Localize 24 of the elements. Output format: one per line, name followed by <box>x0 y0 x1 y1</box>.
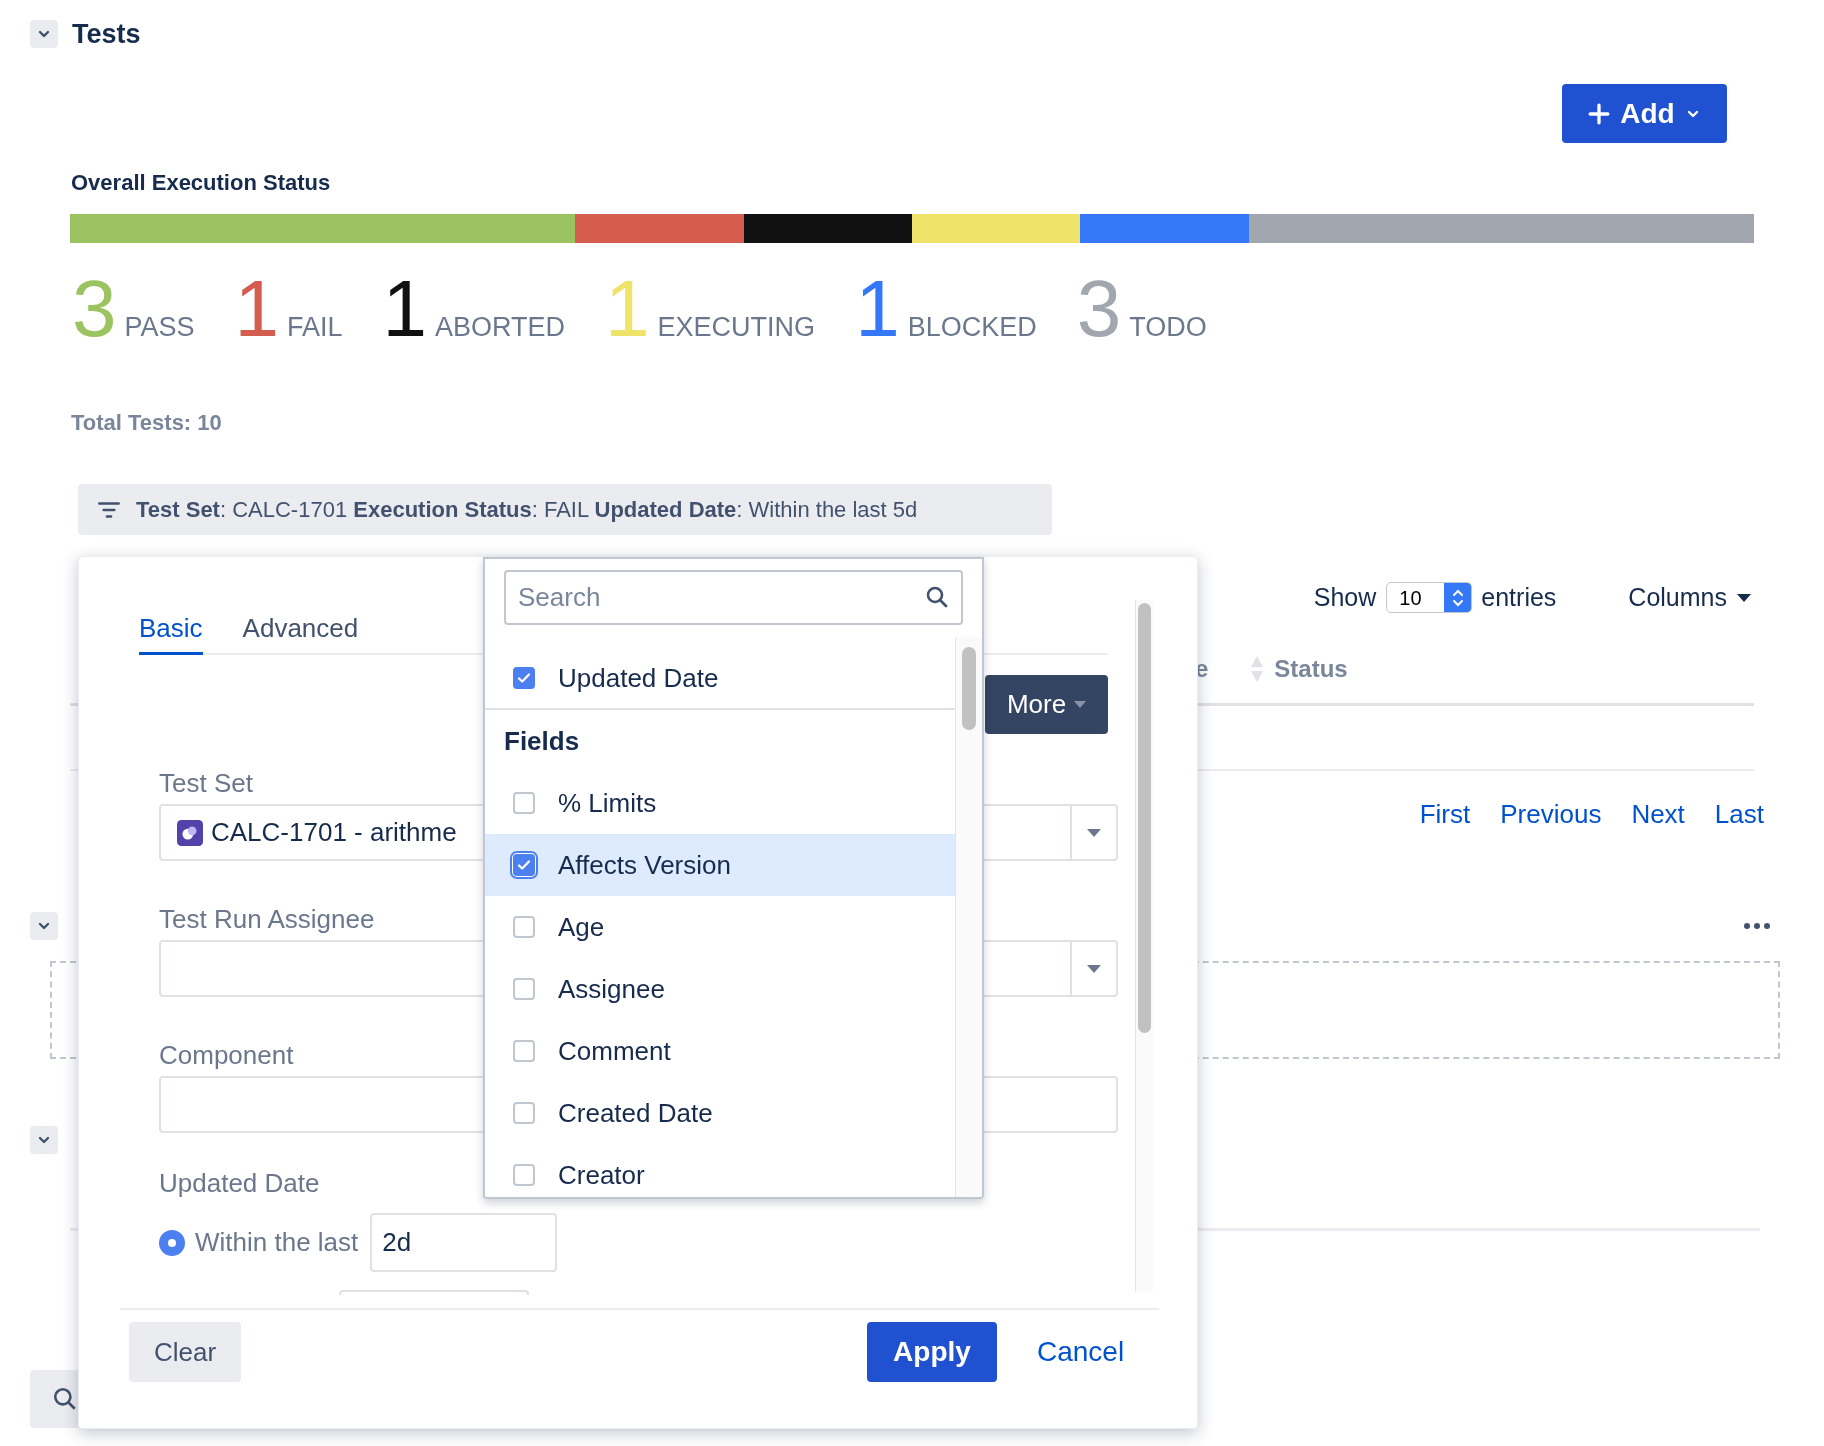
radio-label: Within the last <box>195 1226 359 1259</box>
status-label: PASS <box>124 311 195 344</box>
status-label: FAIL <box>287 311 343 344</box>
status-label: BLOCKED <box>907 311 1037 344</box>
total-tests: Total Tests: 10 <box>71 409 223 437</box>
field-label: Test Run Assignee <box>159 903 375 935</box>
entries-label: entries <box>1481 581 1557 613</box>
field-label: Test Set <box>159 767 253 799</box>
status-count: 3 <box>1076 269 1122 349</box>
status-label: ABORTED <box>435 311 566 344</box>
column-header: Status <box>1274 654 1348 684</box>
section-title: Tests <box>72 17 141 51</box>
status-title: Overall Execution Status <box>71 169 332 197</box>
status-count: 1 <box>382 269 428 349</box>
status-label: EXECUTING <box>657 311 816 344</box>
field-label: Component <box>159 1039 294 1071</box>
status-count: 1 <box>234 269 280 349</box>
field-label: Updated Date <box>159 1167 320 1199</box>
status-label: TODO <box>1129 311 1207 344</box>
show-label: Show <box>1313 581 1377 613</box>
status-count: 3 <box>72 269 117 349</box>
group-heading: Fields <box>503 724 581 758</box>
status-count: 1 <box>605 269 650 349</box>
status-count: 1 <box>855 269 900 349</box>
